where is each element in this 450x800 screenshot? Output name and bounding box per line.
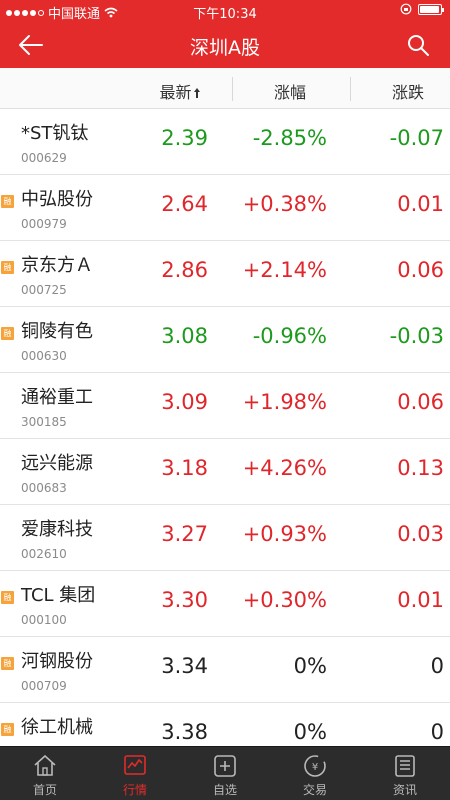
stock-change: 0.01 bbox=[397, 588, 444, 612]
tab-news[interactable]: 资讯 bbox=[360, 747, 450, 800]
stock-code: 000725 bbox=[21, 283, 67, 297]
pct-column-header[interactable]: 涨幅 bbox=[250, 79, 330, 103]
stock-price: 3.09 bbox=[161, 390, 208, 414]
market-chart-icon bbox=[124, 755, 146, 775]
column-header: 最新 涨幅 涨跌 bbox=[0, 68, 450, 109]
stock-name: 铜陵有色 bbox=[21, 321, 93, 342]
stock-change: -0.03 bbox=[389, 324, 444, 348]
stock-code: 000979 bbox=[21, 217, 67, 231]
rotation-lock-icon bbox=[400, 3, 412, 15]
tab-market-chart[interactable]: 行情 bbox=[90, 747, 180, 800]
stock-price: 2.64 bbox=[161, 192, 208, 216]
margin-trading-badge: 融 bbox=[1, 723, 14, 736]
stock-row[interactable]: 融中弘股份 000979 2.64 +0.38% 0.01 bbox=[0, 175, 450, 241]
search-icon[interactable] bbox=[406, 33, 430, 57]
stock-price: 3.08 bbox=[161, 324, 208, 348]
watchlist-icon bbox=[214, 755, 236, 777]
margin-trading-badge: 融 bbox=[1, 657, 14, 670]
stock-row[interactable]: 融京东方Ａ 000725 2.86 +2.14% 0.06 bbox=[0, 241, 450, 307]
stock-row[interactable]: 融 TCL 集团 000100 3.30 +0.30% 0.01 bbox=[0, 571, 450, 637]
stock-change: 0.13 bbox=[397, 456, 444, 480]
change-column-header[interactable]: 涨跌 bbox=[368, 79, 448, 103]
stock-code: 300185 bbox=[21, 415, 67, 429]
column-divider bbox=[350, 77, 351, 101]
stock-code: 000683 bbox=[21, 481, 67, 495]
stock-name: 远兴能源 bbox=[21, 453, 93, 474]
stock-price: 3.38 bbox=[161, 720, 208, 744]
stock-pct-change: -2.85% bbox=[252, 126, 327, 150]
column-divider bbox=[232, 77, 233, 101]
status-time: 下午10:34 bbox=[193, 7, 257, 22]
svg-text:¥: ¥ bbox=[312, 762, 318, 773]
stock-pct-change: +4.26% bbox=[242, 456, 327, 480]
stock-change: 0.01 bbox=[397, 192, 444, 216]
nav-bar: 深圳A股 bbox=[0, 22, 450, 68]
stock-price: 2.86 bbox=[161, 258, 208, 282]
stock-name: 爱康科技 bbox=[21, 519, 93, 540]
stock-price: 3.18 bbox=[161, 456, 208, 480]
stock-pct-change: +0.38% bbox=[242, 192, 327, 216]
stock-price: 3.34 bbox=[161, 654, 208, 678]
stock-name: 河钢股份 bbox=[21, 651, 93, 672]
stock-price: 2.39 bbox=[161, 126, 208, 150]
stock-row[interactable]: 通裕重工 300185 3.09 +1.98% 0.06 bbox=[0, 373, 450, 439]
status-right bbox=[400, 3, 444, 15]
tab-bar: 首页 行情 自选 ¥ 交易 资讯 bbox=[0, 746, 450, 800]
stock-price: 3.30 bbox=[161, 588, 208, 612]
battery-icon bbox=[418, 3, 444, 15]
tab-watchlist[interactable]: 自选 bbox=[180, 747, 270, 800]
stock-change: -0.07 bbox=[389, 126, 444, 150]
stock-pct-change: 0% bbox=[293, 720, 327, 744]
sort-by-latest-button[interactable]: 最新 bbox=[140, 79, 220, 103]
stock-name: TCL 集团 bbox=[21, 585, 96, 606]
stock-name: 中弘股份 bbox=[21, 189, 93, 210]
stock-row[interactable]: *ST钒钛 000629 2.39 -2.85% -0.07 bbox=[0, 109, 450, 175]
stock-name: *ST钒钛 bbox=[21, 123, 89, 144]
stock-pct-change: +0.30% bbox=[242, 588, 327, 612]
tab-home[interactable]: 首页 bbox=[0, 747, 90, 800]
stock-code: 000100 bbox=[21, 613, 67, 627]
stock-pct-change: -0.96% bbox=[252, 324, 327, 348]
sort-up-arrow-icon bbox=[193, 88, 200, 98]
home-icon bbox=[34, 754, 56, 776]
stock-row[interactable]: 远兴能源 000683 3.18 +4.26% 0.13 bbox=[0, 439, 450, 505]
stock-pct-change: 0% bbox=[293, 654, 327, 678]
tab-label: 自选 bbox=[212, 783, 237, 797]
stock-pct-change: +0.93% bbox=[242, 522, 327, 546]
stock-name: 通裕重工 bbox=[21, 387, 93, 408]
page-title: 深圳A股 bbox=[190, 37, 260, 59]
stock-code: 000709 bbox=[21, 679, 67, 693]
tab-trade[interactable]: ¥ 交易 bbox=[270, 747, 360, 800]
tab-label: 资讯 bbox=[392, 783, 417, 797]
tab-label: 首页 bbox=[32, 783, 57, 797]
news-icon bbox=[395, 755, 415, 777]
stock-row[interactable]: 爱康科技 002610 3.27 +0.93% 0.03 bbox=[0, 505, 450, 571]
margin-trading-badge: 融 bbox=[1, 195, 14, 208]
margin-trading-badge: 融 bbox=[1, 591, 14, 604]
margin-trading-badge: 融 bbox=[1, 327, 14, 340]
status-bar: 中国联通 下午10:34 bbox=[0, 0, 450, 22]
stock-pct-change: +2.14% bbox=[242, 258, 327, 282]
trade-icon: ¥ bbox=[304, 755, 326, 777]
tab-label: 交易 bbox=[302, 783, 327, 797]
stock-change: 0.03 bbox=[397, 522, 444, 546]
stock-change: 0.06 bbox=[397, 258, 444, 282]
latest-column-label: 最新 bbox=[159, 83, 192, 102]
margin-trading-badge: 融 bbox=[1, 261, 14, 274]
stock-code: 000629 bbox=[21, 151, 67, 165]
stock-code: 000630 bbox=[21, 349, 67, 363]
stock-change: 0 bbox=[430, 720, 444, 744]
stock-row[interactable]: 融铜陵有色 000630 3.08 -0.96% -0.03 bbox=[0, 307, 450, 373]
stock-list: *ST钒钛 000629 2.39 -2.85% -0.07 融中弘股份 000979 2.6… bbox=[0, 109, 450, 769]
stock-change: 0 bbox=[430, 654, 444, 678]
stock-name: 京东方Ａ bbox=[21, 255, 93, 276]
stock-pct-change: +1.98% bbox=[242, 390, 327, 414]
stock-price: 3.27 bbox=[161, 522, 208, 546]
stock-row[interactable]: 融河钢股份 000709 3.34 0% 0 bbox=[0, 637, 450, 703]
tab-label: 行情 bbox=[122, 783, 147, 797]
stock-code: 002610 bbox=[21, 547, 67, 561]
stock-name: 徐工机械 bbox=[21, 717, 93, 738]
stock-change: 0.06 bbox=[397, 390, 444, 414]
